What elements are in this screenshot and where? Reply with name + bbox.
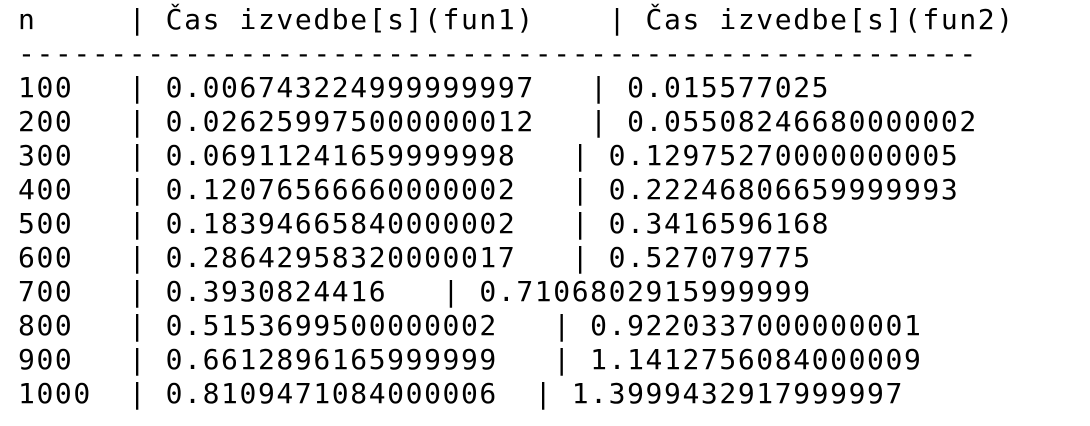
table-row: 700 | 0.3930824416 | 0.7106802915999999 xyxy=(18,275,812,308)
table-row: 100 | 0.006743224999999997 | 0.015577025 xyxy=(18,71,831,104)
table-row: 300 | 0.06911241659999998 | 0.1297527000… xyxy=(18,139,960,172)
separator-line: ----------------------------------------… xyxy=(18,37,978,70)
table-rows: 100 | 0.006743224999999997 | 0.015577025… xyxy=(0,71,1090,411)
console-output: n | Čas izvedbe[s](fun1) | Čas izvedbe[s… xyxy=(0,0,1090,426)
table-row: 400 | 0.12076566660000002 | 0.2224680665… xyxy=(18,173,960,206)
table-row: 900 | 0.6612896165999999 | 1.14127560840… xyxy=(18,343,923,376)
table-row: 800 | 0.5153699500000002 | 0.92203370000… xyxy=(18,309,923,342)
table-row: 500 | 0.18394665840000002 | 0.3416596168 xyxy=(18,207,831,240)
table-row: 200 | 0.026259975000000012 | 0.055082466… xyxy=(18,105,978,138)
table-row: 600 | 0.28642958320000017 | 0.527079775 xyxy=(18,241,812,274)
table-row: 1000 | 0.8109471084000006 | 1.3999432917… xyxy=(18,377,904,410)
table-header: n | Čas izvedbe[s](fun1) | Čas izvedbe[s… xyxy=(18,3,1015,36)
